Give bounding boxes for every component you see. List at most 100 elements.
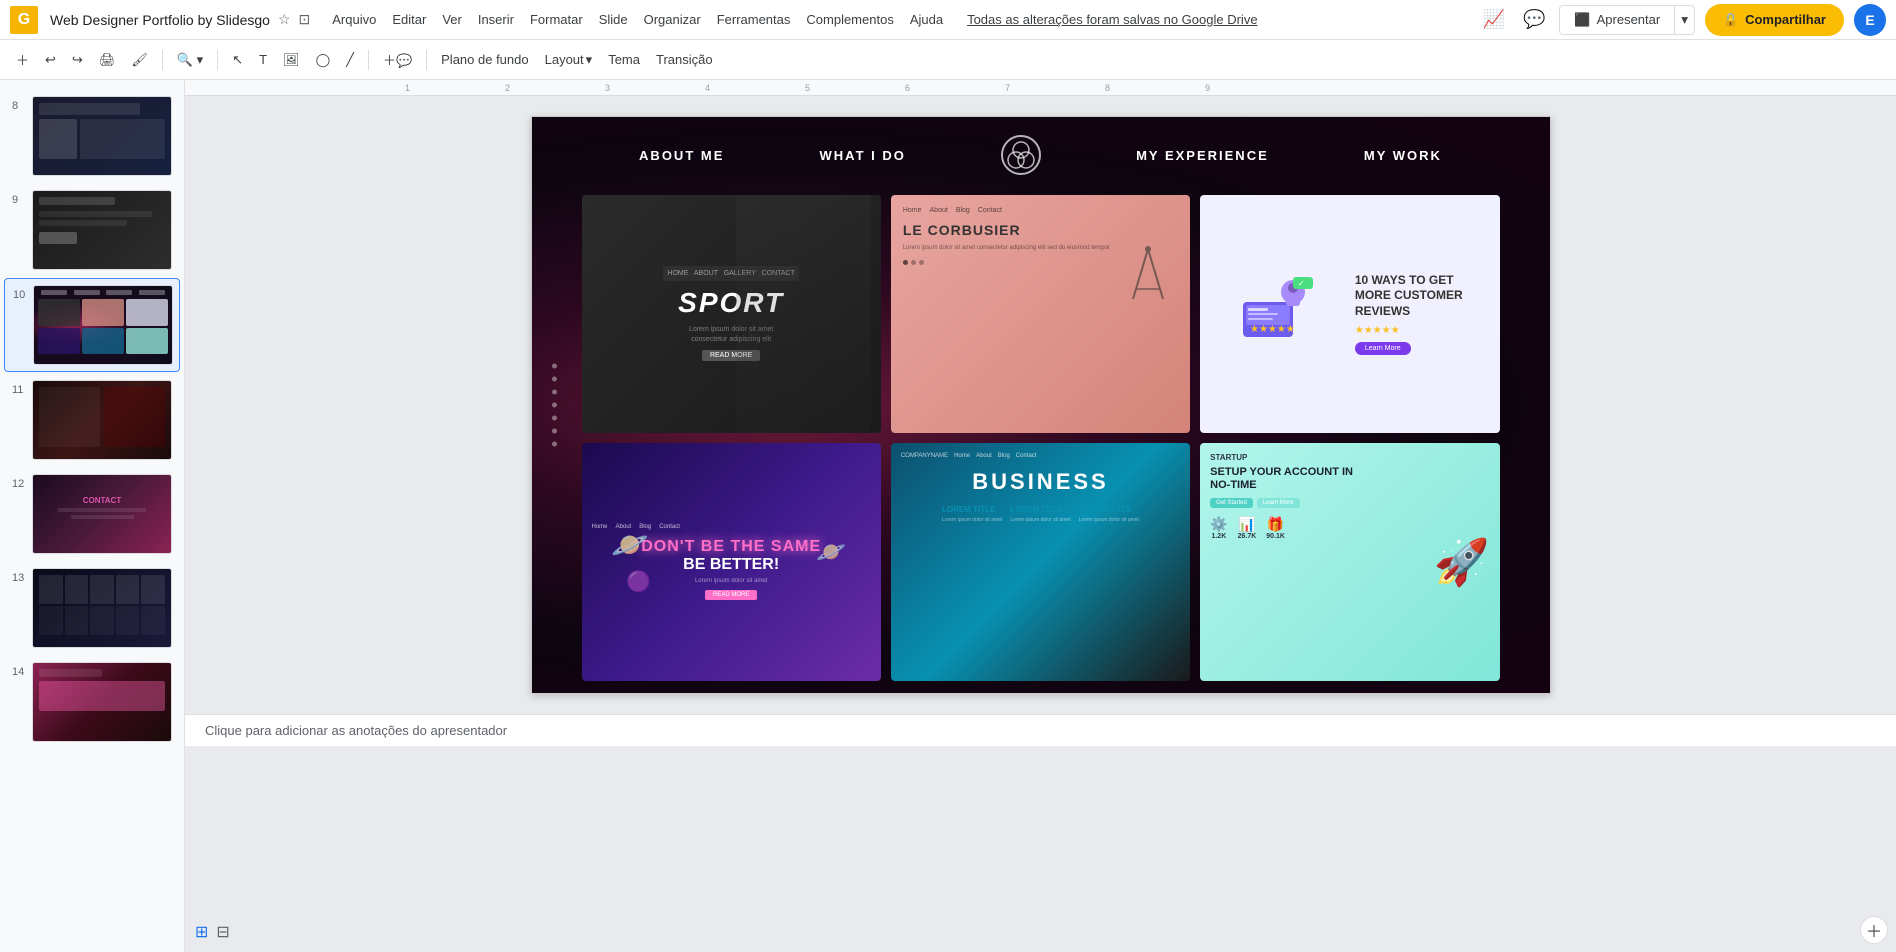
portfolio-sport[interactable]: HOME ABOUT GALLERY CONTACT SPORT Lorem i… [582, 195, 881, 433]
transition-button[interactable]: Transição [650, 48, 719, 71]
menu-arquivo[interactable]: Arquivo [326, 8, 382, 31]
share-button[interactable]: 🔒 Compartilhar [1705, 4, 1844, 36]
menu-inserir[interactable]: Inserir [472, 8, 520, 31]
cursor-tool[interactable]: ↖ [226, 48, 249, 72]
save-status: Todas as alterações foram salvas no Goog… [961, 8, 1263, 31]
menu-editar[interactable]: Editar [386, 8, 432, 31]
menu-ver[interactable]: Ver [436, 8, 468, 31]
slide-preview-14 [32, 662, 172, 742]
theme-button[interactable]: Tema [602, 48, 646, 71]
reviews-button[interactable]: Learn More [1355, 342, 1411, 355]
slide-preview-8 [32, 96, 172, 176]
activity-icon[interactable]: 📈 [1479, 5, 1509, 34]
dot [911, 260, 916, 265]
presenter-notes[interactable]: Clique para adicionar as anotações do ap… [185, 714, 1896, 746]
reviews-title: 10 WAYS TO GET MORE CUSTOMER REVIEWS [1355, 273, 1488, 320]
corbusier-text: Lorem ipsum dolor sit amet consectetur a… [903, 244, 1110, 265]
menu-slide[interactable]: Slide [593, 8, 634, 31]
business-stats: LOREM TITLE Lorem ipsum dolor sit amet L… [942, 505, 1139, 523]
top-right-actions: 📈 💬 ⬛ Apresentar ▾ 🔒 Compartilhar E [1479, 4, 1886, 36]
dot-7 [552, 442, 557, 447]
comment-button[interactable]: ＋💬 [377, 46, 418, 73]
zoom-button[interactable]: 🔍 ▾ [171, 48, 209, 72]
business-company: COMPANYNAME [901, 453, 948, 459]
grid-view-button[interactable]: ⊟ [214, 920, 231, 944]
present-icon: ⬛ [1574, 12, 1590, 28]
main-slide[interactable]: ABOUT ME WHAT I DO MY EXPERIENCE MY WORK [531, 116, 1551, 694]
startup-title: SETUP YOUR ACCOUNT IN NO-TIME [1210, 466, 1364, 492]
menu-ferramentas[interactable]: Ferramentas [711, 8, 797, 31]
nav-about-me[interactable]: ABOUT ME [639, 148, 724, 163]
slide-thumb-9[interactable]: 9 [4, 184, 180, 276]
background-button[interactable]: Plano de fundo [435, 48, 534, 71]
svg-text:✓: ✓ [1298, 279, 1305, 288]
slide-preview-11 [32, 380, 172, 460]
rocket-illustration: 🚀 [1433, 536, 1489, 589]
undo-button[interactable]: ↩ [39, 48, 62, 72]
slide-view-button[interactable]: ⊞ [193, 920, 210, 944]
menu-formatar[interactable]: Formatar [524, 8, 589, 31]
svg-text:★★★★★: ★★★★★ [1250, 324, 1295, 335]
shape-tool[interactable]: ◯ [310, 48, 337, 72]
toolbar: ＋ ↩ ↪ 🖨 🖌 🔍 ▾ ↖ T 🖼 ◯ ╱ ＋💬 Plano de fund… [0, 40, 1896, 80]
slides-sidebar: 8 9 [0, 80, 185, 952]
separator-2 [217, 50, 218, 70]
slide-thumb-11[interactable]: 11 [4, 374, 180, 466]
corbusier-nav: Home About Blog Contact [903, 207, 1178, 214]
menu-organizar[interactable]: Organizar [638, 8, 707, 31]
startup-btn-2[interactable]: Learn More [1257, 498, 1300, 508]
slide-thumb-12[interactable]: 12 CONTACT [4, 468, 180, 560]
dot [919, 260, 924, 265]
view-controls: ⊞ ⊟ [193, 920, 232, 944]
nav-my-work[interactable]: MY WORK [1364, 148, 1442, 163]
portfolio-space[interactable]: Home About Blog Contact 🪐 🪐 DON'T BE THE… [582, 443, 881, 681]
startup-btn-1[interactable]: Get Started [1210, 498, 1253, 508]
business-col3: LOREM TITLE Lorem ipsum dolor sit amet [1079, 505, 1139, 523]
line-tool[interactable]: ╱ [340, 48, 360, 72]
app-icon: G [10, 6, 38, 34]
reviews-illustration: ★★★★★ ✓ [1212, 272, 1345, 357]
nav-icon-symbol [1001, 135, 1041, 175]
menu-complementos[interactable]: Complementos [800, 8, 899, 31]
image-tool[interactable]: 🖼 [277, 48, 306, 72]
star-icon[interactable]: ☆ [278, 11, 291, 28]
corbusier-illustration [1118, 244, 1178, 304]
redo-button[interactable]: ↪ [66, 48, 89, 72]
chat-icon[interactable]: 💬 [1519, 5, 1549, 34]
portfolio-reviews[interactable]: ★★★★★ ✓ 10 WAYS TO GET MORE CUSTOMER REV… [1200, 195, 1499, 433]
slide-preview-12: CONTACT [32, 474, 172, 554]
slide-thumb-13[interactable]: 13 [4, 562, 180, 654]
dot-2 [552, 377, 557, 382]
corbusier-nav-item: Home [903, 207, 922, 214]
present-dropdown-arrow[interactable]: ▾ [1675, 5, 1695, 35]
space-content: 🪐 🪐 DON'T BE THE SAME BE BETTER! 🟣 [621, 538, 841, 574]
canvas-area: 1 2 3 4 5 6 7 8 9 ABOUT ME [185, 80, 1896, 952]
nav-what-i-do[interactable]: WHAT I DO [820, 148, 906, 163]
business-nav-item: Home [954, 453, 970, 459]
business-title: BUSINESS [972, 469, 1108, 495]
nav-experience[interactable]: MY EXPERIENCE [1136, 148, 1269, 163]
portfolio-business[interactable]: COMPANYNAME Home About Blog Contact BUSI… [891, 443, 1190, 681]
slide-preview-9 [32, 190, 172, 270]
menu-ajuda[interactable]: Ajuda [904, 8, 949, 31]
space-read-more[interactable]: READ MORE [705, 590, 757, 600]
paint-format-button[interactable]: 🖌 [125, 48, 154, 72]
slide-thumb-14[interactable]: 14 [4, 656, 180, 748]
dot-4 [552, 403, 557, 408]
separator-1 [162, 50, 163, 70]
portfolio-startup[interactable]: STARTUP SETUP YOUR ACCOUNT IN NO-TIME Ge… [1200, 443, 1499, 681]
add-slide-button[interactable]: ＋ [1860, 916, 1888, 944]
portfolio-corbusier[interactable]: Home About Blog Contact LE CORBUSIER Lor… [891, 195, 1190, 433]
business-nav: COMPANYNAME Home About Blog Contact [901, 453, 1037, 459]
avatar[interactable]: E [1854, 4, 1886, 36]
folder-icon[interactable]: ⊡ [299, 11, 311, 28]
print-button[interactable]: 🖨 [93, 48, 122, 72]
text-tool[interactable]: T [253, 48, 273, 71]
slide-thumb-8[interactable]: 8 [4, 90, 180, 182]
reviews-text: 10 WAYS TO GET MORE CUSTOMER REVIEWS ★★★… [1355, 273, 1488, 356]
layout-button[interactable]: Layout ▾ [539, 48, 599, 72]
corbusier-para: Lorem ipsum dolor sit amet consectetur a… [903, 244, 1110, 252]
present-button[interactable]: ⬛ Apresentar [1559, 5, 1675, 35]
slide-thumb-10[interactable]: 10 [4, 278, 180, 372]
add-button[interactable]: ＋ [10, 46, 35, 73]
